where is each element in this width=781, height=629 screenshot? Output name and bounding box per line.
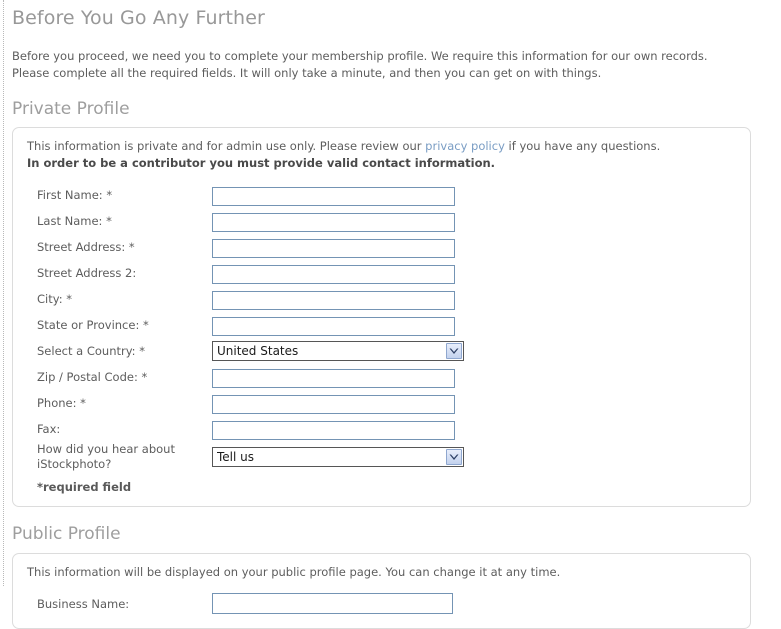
referral-source-select-value: Tell us [217,450,255,465]
private-profile-heading: Private Profile [12,99,130,119]
form-row: How did you hear about iStockphoto? Tell… [37,442,464,472]
state-or-province-input[interactable] [212,316,455,336]
private-profile-panel: This information is private and for admi… [12,127,751,507]
form-row: Select a Country: * United States [37,338,464,364]
form-row: Fax: [37,416,464,442]
business-name-input[interactable] [212,593,453,614]
label-phone: Phone: * [37,395,86,410]
public-profile-panel: This information will be displayed on yo… [12,553,751,629]
private-profile-note: This information is private and for admi… [27,138,736,172]
city-input[interactable] [212,290,455,310]
field-referral-source: Tell us [212,442,464,472]
field-city [212,286,464,312]
required-field-note: *required field [37,480,132,494]
chevron-down-icon[interactable] [446,449,462,466]
referral-source-select[interactable]: Tell us [212,447,464,468]
private-profile-form: First Name: * Last Name: * Street Addres… [37,182,464,472]
phone-input[interactable] [212,394,455,414]
content-column: Before You Go Any Further Before you pro… [12,0,764,629]
label-zip-postal-code: Zip / Postal Code: * [37,369,148,384]
form-row: Street Address: * [37,234,464,260]
field-zip-postal-code [212,364,464,390]
page-title: Before You Go Any Further [12,7,265,29]
form-row: Phone: * [37,390,464,416]
fax-input[interactable] [212,420,455,440]
last-name-input[interactable] [212,212,455,232]
page-root: Before You Go Any Further Before you pro… [0,0,781,629]
private-profile-form-body: First Name: * Last Name: * Street Addres… [37,182,464,472]
form-row: State or Province: * [37,312,464,338]
label-last-name: Last Name: * [37,213,112,228]
public-profile-note: This information will be displayed on yo… [27,565,561,579]
form-row: Zip / Postal Code: * [37,364,464,390]
country-select-value: United States [217,344,299,359]
street-address-2-input[interactable] [212,264,455,284]
field-state-or-province [212,312,464,338]
label-city: City: * [37,291,72,306]
field-first-name [212,182,464,208]
form-row: Business Name: [37,593,736,614]
label-state-or-province: State or Province: * [37,317,149,332]
field-street-address-2 [212,260,464,286]
label-street-address: Street Address: * [37,239,135,254]
field-last-name [212,208,464,234]
private-note-bold: In order to be a contributor you must pr… [27,156,496,170]
form-row: City: * [37,286,464,312]
form-row: First Name: * [37,182,464,208]
private-note-suffix: if you have any questions. [504,139,661,153]
form-row: Street Address 2: [37,260,464,286]
page-intro-text: Before you proceed, we need you to compl… [12,49,708,80]
label-business-name: Business Name: [37,596,130,611]
left-guide-rail [3,0,4,586]
private-note-prefix: This information is private and for admi… [27,139,426,153]
country-select[interactable]: United States [212,341,464,362]
street-address-input[interactable] [212,238,455,258]
label-fax: Fax: [37,421,61,436]
form-row: Last Name: * [37,208,464,234]
field-phone [212,390,464,416]
privacy-policy-link[interactable]: privacy policy [425,139,505,153]
field-country: United States [212,338,464,364]
zip-postal-code-input[interactable] [212,368,455,388]
chevron-down-icon[interactable] [446,343,462,360]
label-country: Select a Country: * [37,343,145,358]
field-street-address [212,234,464,260]
public-profile-heading: Public Profile [12,524,121,544]
label-street-address-2: Street Address 2: [37,265,137,280]
field-fax [212,416,464,442]
label-first-name: First Name: * [37,187,113,202]
first-name-input[interactable] [212,186,455,206]
label-referral-source: How did you hear about iStockphoto? [37,442,175,471]
